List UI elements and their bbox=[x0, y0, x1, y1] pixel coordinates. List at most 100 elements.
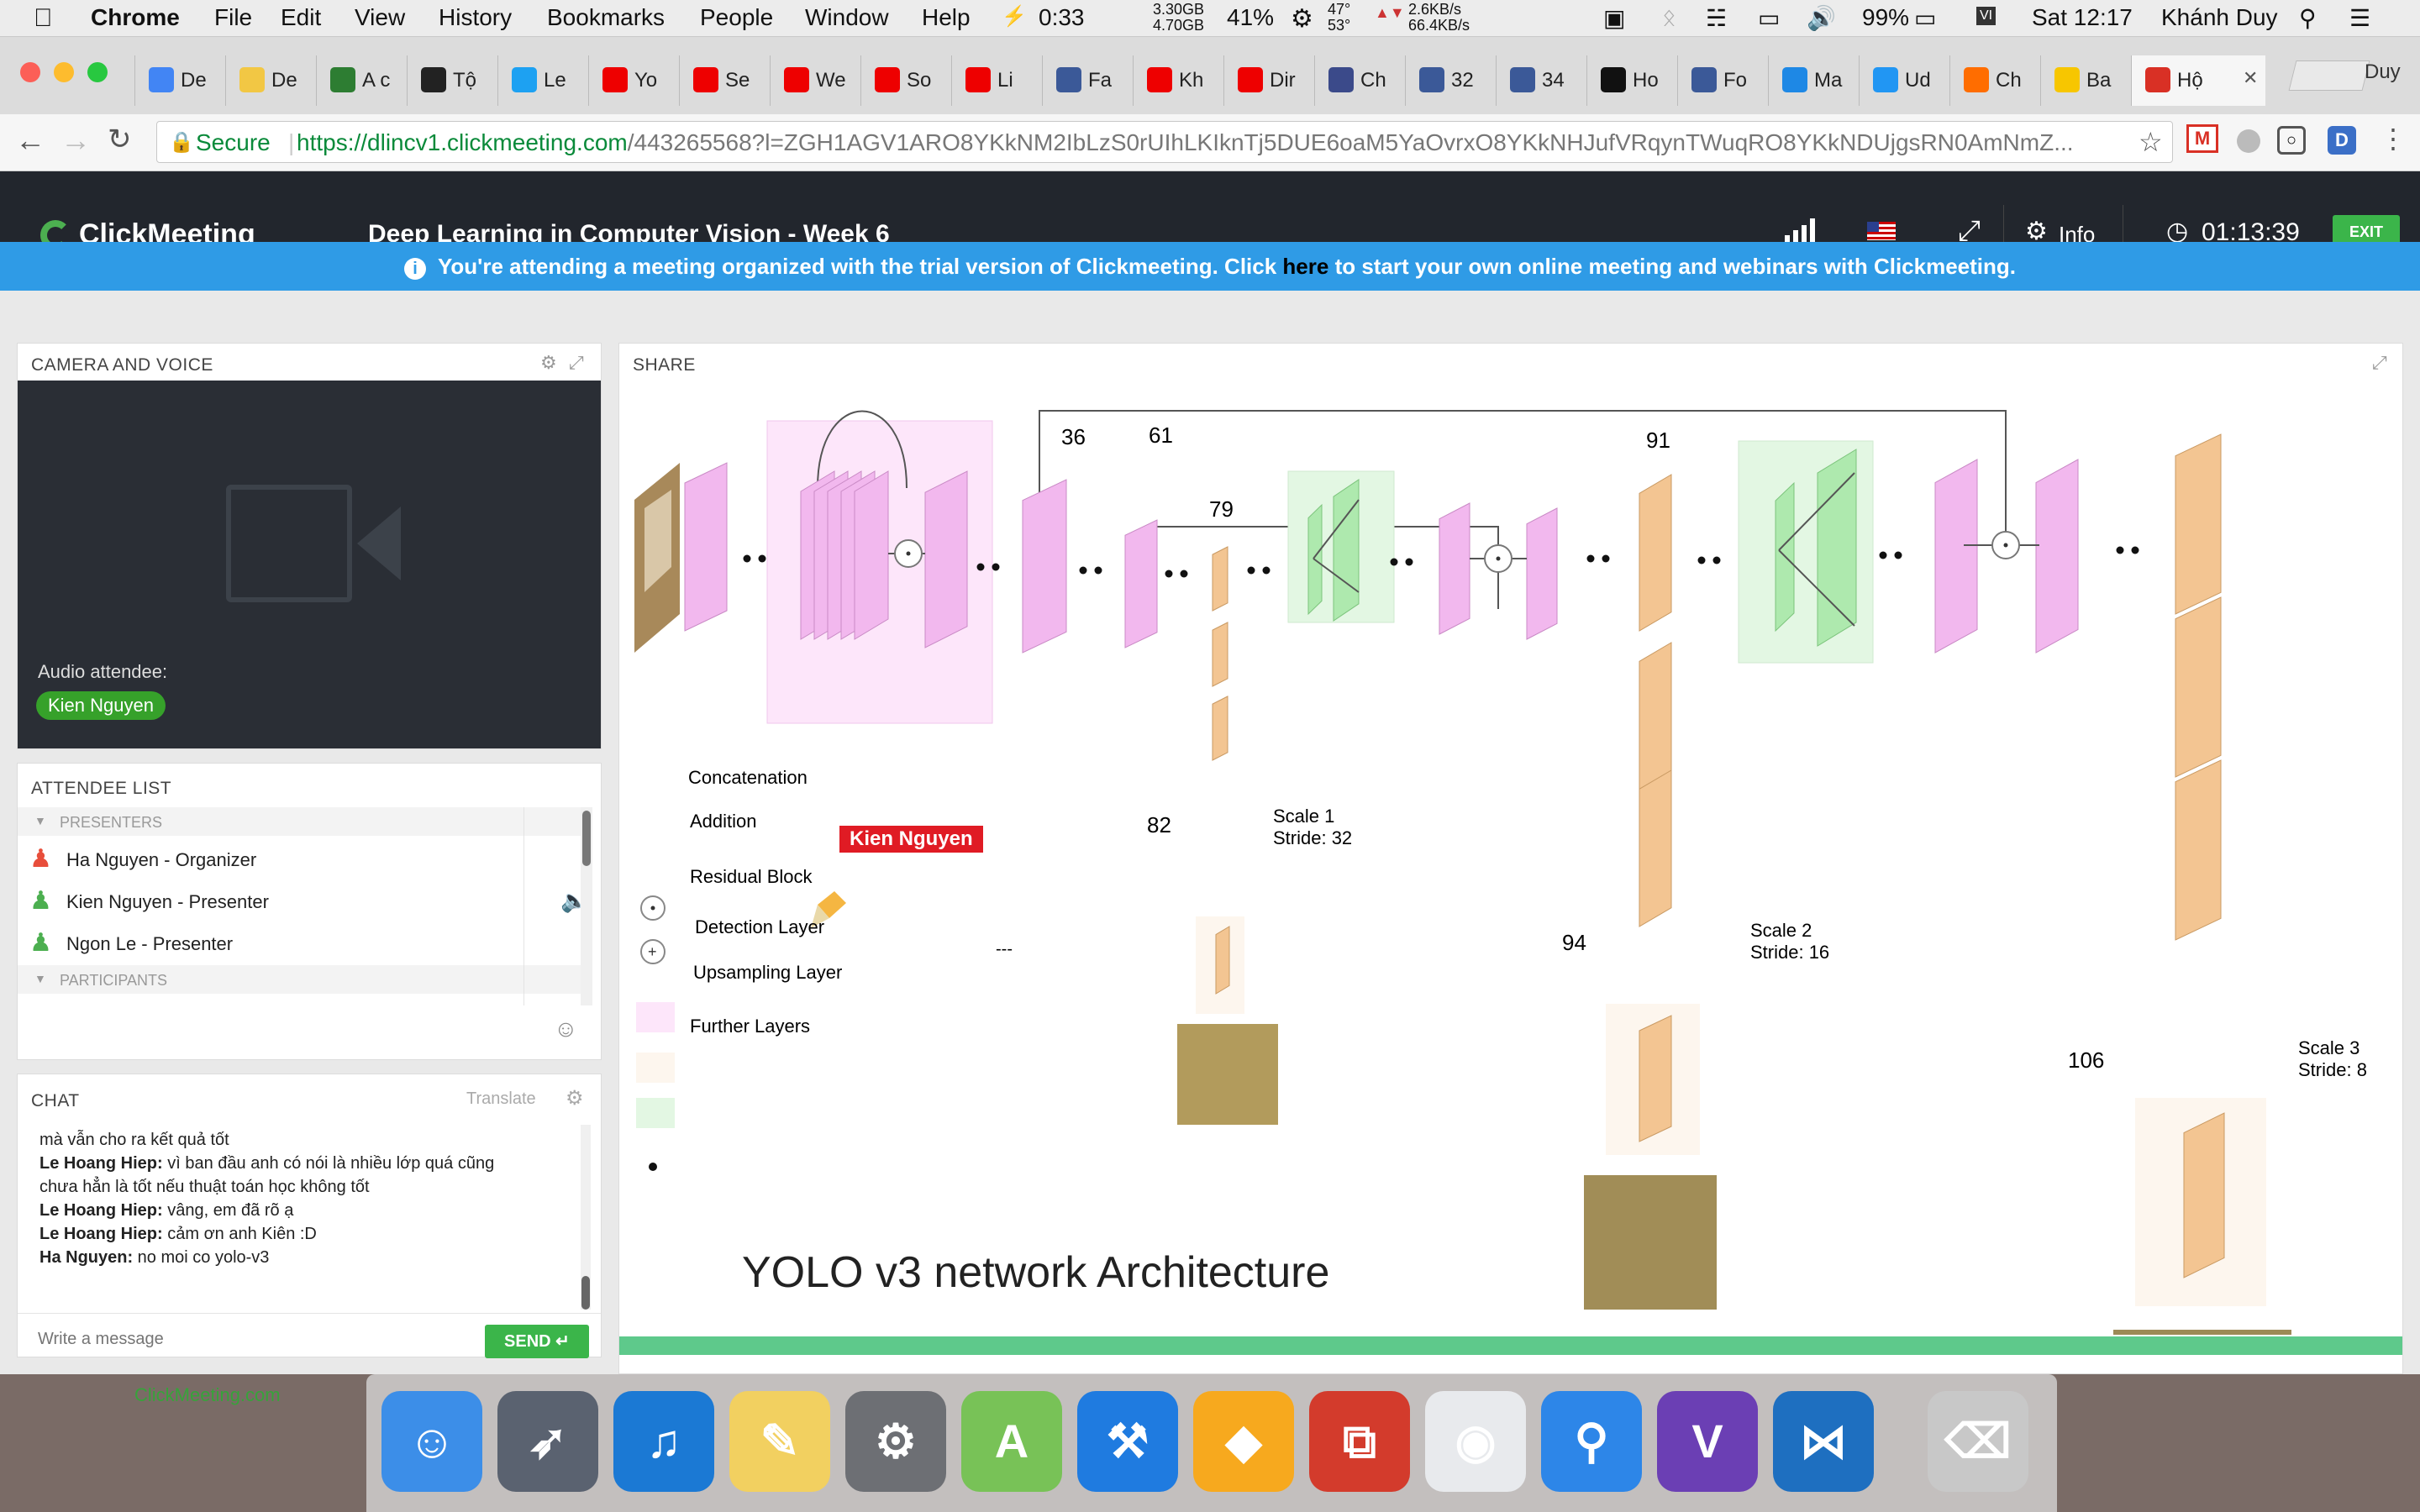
browser-tab[interactable]: A c bbox=[316, 55, 407, 106]
volume-icon[interactable]: 🔊 bbox=[1807, 4, 1836, 32]
extension-circle-icon[interactable] bbox=[2237, 129, 2260, 153]
tab-close-icon[interactable]: ✕ bbox=[2243, 67, 2258, 89]
language-flag-icon[interactable] bbox=[1867, 222, 1896, 240]
battery-icon[interactable]: ▭ bbox=[1914, 4, 1936, 32]
menu-edit[interactable]: Edit bbox=[281, 4, 321, 31]
finder-dock-icon[interactable]: ☺ bbox=[381, 1391, 482, 1492]
extension-bulb-icon[interactable]: ○ bbox=[2277, 126, 2306, 155]
browser-tab[interactable]: Ho bbox=[1586, 55, 1677, 106]
attendee-scrollbar[interactable] bbox=[581, 807, 592, 1005]
apple-icon[interactable]:  bbox=[34, 4, 53, 33]
window-minimize-button[interactable] bbox=[54, 62, 74, 82]
network-layer bbox=[1639, 769, 1672, 927]
sourcetree-dock-icon[interactable]: ⚲ bbox=[1541, 1391, 1642, 1492]
browser-tab[interactable]: Dir bbox=[1223, 55, 1314, 106]
menubar-clock[interactable]: Sat 12:17 bbox=[2032, 4, 2133, 31]
wifi-icon[interactable]: ☵ bbox=[1706, 4, 1727, 32]
tab-title: Dir bbox=[1270, 69, 1296, 92]
camera-expand-icon[interactable]: ⤢ bbox=[569, 352, 584, 374]
browser-tab[interactable]: Ch bbox=[1949, 55, 2040, 106]
sketch-dock-icon[interactable]: ◆ bbox=[1193, 1391, 1294, 1492]
visual-studio-dock-icon[interactable]: V bbox=[1657, 1391, 1758, 1492]
forward-icon[interactable]: → bbox=[60, 123, 91, 158]
attendee-row[interactable]: ♟ Ngon Le - Presenter bbox=[18, 921, 586, 963]
menu-help[interactable]: Help bbox=[922, 4, 971, 31]
chrome-menu-icon[interactable]: ⋮ bbox=[2380, 123, 2407, 155]
browser-tab[interactable]: So bbox=[860, 55, 951, 106]
gmail-extension-icon[interactable]: M bbox=[2186, 124, 2218, 153]
attendee-row[interactable]: ♟ Kien Nguyen - Presenter 🔈 bbox=[18, 879, 587, 921]
system-preferences-dock-icon[interactable]: ⚙ bbox=[845, 1391, 946, 1492]
input-source-icon[interactable]: VI bbox=[1976, 7, 1996, 25]
menu-view[interactable]: View bbox=[355, 4, 405, 31]
emoji-icon[interactable]: ☺ bbox=[554, 1016, 578, 1042]
chat-message-input[interactable] bbox=[38, 1325, 475, 1353]
menu-history[interactable]: History bbox=[439, 4, 512, 31]
airplay-icon[interactable]: ▭ bbox=[1758, 4, 1780, 32]
address-bar[interactable]: 🔒 Secure | https://dlincv1.clickmeeting.… bbox=[156, 121, 2173, 163]
window-close-button[interactable] bbox=[20, 62, 40, 82]
tab-title: Ch bbox=[1996, 69, 2022, 92]
itunes-dock-icon[interactable]: ♫ bbox=[613, 1391, 714, 1492]
browser-tab[interactable]: Li bbox=[951, 55, 1042, 106]
browser-tab[interactable]: Kh bbox=[1133, 55, 1223, 106]
share-expand-icon[interactable]: ⤢ bbox=[2372, 352, 2387, 374]
browser-tab[interactable]: Yo bbox=[588, 55, 679, 106]
send-button[interactable]: SEND ↵ bbox=[485, 1325, 589, 1358]
menu-people[interactable]: People bbox=[700, 4, 773, 31]
menu-bookmarks[interactable]: Bookmarks bbox=[547, 4, 665, 31]
new-tab-button[interactable] bbox=[2288, 60, 2370, 91]
connection-signal-icon[interactable] bbox=[1785, 217, 1823, 242]
browser-tab[interactable]: Ch bbox=[1314, 55, 1405, 106]
browser-tab[interactable]: Le bbox=[497, 55, 588, 106]
camera-settings-icon[interactable]: ⚙ bbox=[540, 352, 557, 374]
notes-dock-icon[interactable]: ✎ bbox=[729, 1391, 830, 1492]
reload-icon[interactable]: ↻ bbox=[108, 123, 132, 156]
back-icon[interactable]: ← bbox=[15, 123, 45, 158]
display-icon[interactable]: ▣ bbox=[1603, 4, 1625, 32]
profile-name[interactable]: Duy bbox=[2365, 60, 2401, 84]
launchpad-dock-icon[interactable]: ➶ bbox=[497, 1391, 598, 1492]
participants-header[interactable]: ▼ PARTICIPANTS bbox=[18, 965, 586, 994]
audio-attendee-badge[interactable]: Kien Nguyen bbox=[36, 691, 166, 720]
spotlight-search-icon[interactable]: ⚲ bbox=[2299, 4, 2317, 32]
browser-tab[interactable]: Ma bbox=[1768, 55, 1859, 106]
presenters-header[interactable]: ▼ PRESENTERS bbox=[18, 807, 586, 836]
attendee-row[interactable]: ♟ Ha Nguyen - Organizer bbox=[18, 837, 586, 879]
menu-app-name[interactable]: Chrome bbox=[91, 4, 180, 31]
browser-tab[interactable]: Ud bbox=[1859, 55, 1949, 106]
extension-d-icon[interactable]: D bbox=[2328, 126, 2356, 155]
browser-tab[interactable]: 34 bbox=[1496, 55, 1586, 106]
browser-tab[interactable]: We bbox=[770, 55, 860, 106]
android-studio-dock-icon[interactable]: A bbox=[961, 1391, 1062, 1492]
banner-here-link[interactable]: here bbox=[1282, 254, 1328, 279]
network-stat: 2.6KB/s 66.4KB/s bbox=[1408, 1, 1470, 34]
browser-tab[interactable]: Hộ ✕ bbox=[2131, 55, 2265, 106]
notification-center-icon[interactable]: ☰ bbox=[2349, 4, 2370, 32]
browser-tab[interactable]: De bbox=[134, 55, 225, 106]
parallels-dock-icon[interactable]: ⧉ bbox=[1309, 1391, 1410, 1492]
browser-tab[interactable]: De bbox=[225, 55, 316, 106]
menu-file[interactable]: File bbox=[214, 4, 252, 31]
browser-tab[interactable]: Se bbox=[679, 55, 770, 106]
xcode-dock-icon[interactable]: ⚒ bbox=[1077, 1391, 1178, 1492]
browser-tab[interactable]: Ba bbox=[2040, 55, 2131, 106]
browser-tab[interactable]: 32 bbox=[1405, 55, 1496, 106]
bluetooth-icon[interactable]: ᛟ bbox=[1662, 4, 1676, 31]
vs-code-dock-icon[interactable]: ⋈ bbox=[1773, 1391, 1874, 1492]
clickmeeting-footer-link[interactable]: ClickMeeting.com bbox=[134, 1384, 281, 1406]
scale2-label: Scale 2 Stride: 16 bbox=[1750, 920, 1830, 963]
window-zoom-button[interactable] bbox=[87, 62, 108, 82]
bookmark-star-icon[interactable]: ☆ bbox=[2139, 126, 2163, 158]
browser-tab[interactable]: Fo bbox=[1677, 55, 1768, 106]
browser-tab[interactable]: Tộ bbox=[407, 55, 497, 106]
menu-window[interactable]: Window bbox=[805, 4, 889, 31]
tab-favicon-icon bbox=[1691, 67, 1717, 92]
chrome-dock-icon[interactable]: ◉ bbox=[1425, 1391, 1526, 1492]
menubar-user[interactable]: Khánh Duy bbox=[2161, 4, 2278, 31]
browser-tab[interactable]: Fa bbox=[1042, 55, 1133, 106]
chat-scrollbar[interactable] bbox=[581, 1125, 591, 1310]
chat-settings-icon[interactable]: ⚙ bbox=[566, 1086, 584, 1110]
trash-dock-icon[interactable]: ⌫ bbox=[1928, 1391, 2028, 1492]
translate-link[interactable]: Translate bbox=[466, 1089, 536, 1109]
